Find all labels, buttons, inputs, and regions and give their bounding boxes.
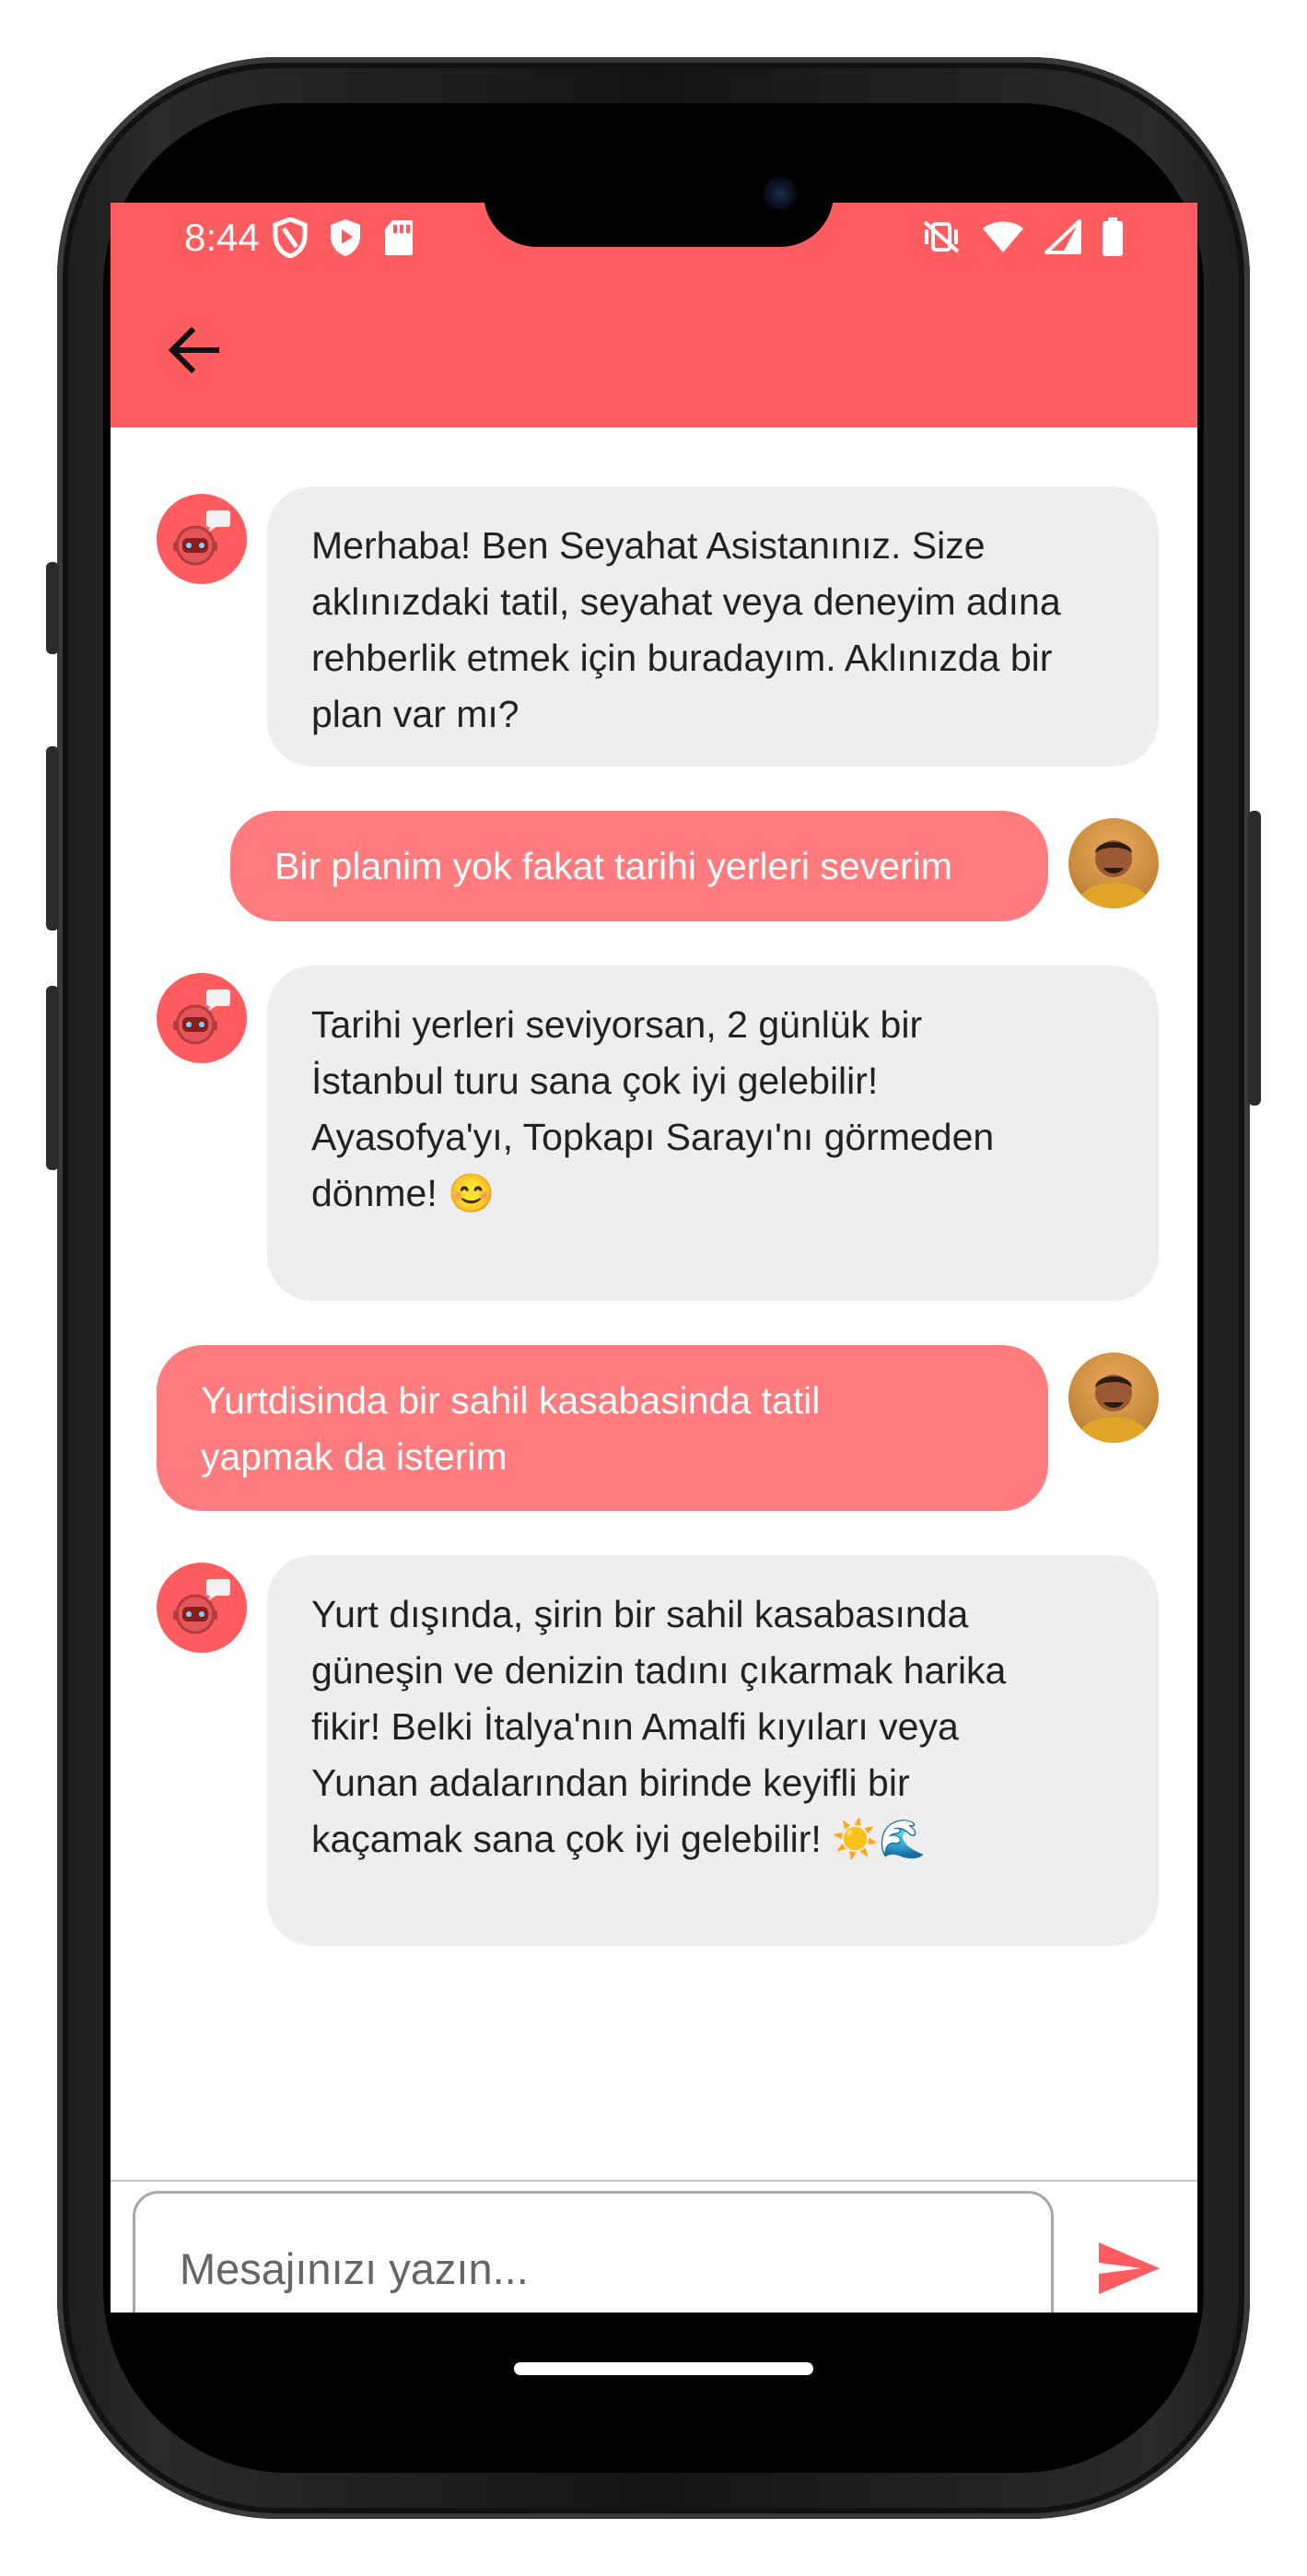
user-avatar bbox=[1068, 818, 1159, 908]
user-message-bubble: Bir planim yok fakat tarihi yerleri seve… bbox=[230, 811, 1048, 921]
assistant-robot-icon bbox=[173, 989, 230, 1045]
user-photo-icon bbox=[1077, 840, 1150, 908]
camera-icon bbox=[764, 177, 797, 210]
bot-avatar bbox=[157, 1563, 247, 1653]
bot-message-bubble: Merhaba! Ben Seyahat Asistanınız. Size a… bbox=[267, 486, 1159, 767]
status-icons-left bbox=[273, 217, 414, 262]
message-composer bbox=[111, 2180, 1197, 2313]
action-button bbox=[46, 562, 59, 654]
battery-icon bbox=[1102, 217, 1124, 260]
arrow-left-icon bbox=[168, 327, 219, 373]
volume-down-button bbox=[46, 986, 59, 1170]
wifi-icon bbox=[982, 219, 1024, 258]
power-button bbox=[1248, 811, 1261, 1106]
sd-card-icon bbox=[383, 218, 414, 261]
send-button[interactable] bbox=[1087, 2226, 1172, 2311]
user-message-bubble: Yurtdisinda bir sahil kasabasinda tatil … bbox=[157, 1345, 1048, 1511]
vibrate-off-icon bbox=[921, 218, 962, 259]
volume-up-button bbox=[46, 746, 59, 931]
assistant-robot-icon bbox=[173, 1579, 230, 1634]
status-time: 8:44 bbox=[184, 216, 260, 259]
message-input[interactable] bbox=[133, 2191, 1054, 2313]
shield-icon bbox=[273, 217, 308, 262]
app-screen: 8:44 Merhaba! Ben Seyahat Asistanınız. S… bbox=[111, 203, 1197, 2313]
back-button[interactable] bbox=[157, 313, 230, 387]
assistant-robot-icon bbox=[173, 510, 230, 566]
dynamic-island bbox=[484, 140, 834, 247]
bot-message-bubble: Yurt dışında, şirin bir sahil kasabasınd… bbox=[267, 1555, 1159, 1946]
cellular-icon bbox=[1044, 219, 1081, 258]
status-icons-right bbox=[921, 217, 1124, 260]
bot-avatar bbox=[157, 973, 247, 1063]
send-icon bbox=[1099, 2242, 1160, 2294]
user-photo-icon bbox=[1077, 1375, 1150, 1443]
home-indicator[interactable] bbox=[514, 2362, 813, 2375]
bot-message-bubble: Tarihi yerleri seviyorsan, 2 günlük bir … bbox=[267, 966, 1159, 1301]
play-protect-icon bbox=[328, 217, 363, 262]
user-avatar bbox=[1068, 1352, 1159, 1443]
bot-avatar bbox=[157, 494, 247, 584]
